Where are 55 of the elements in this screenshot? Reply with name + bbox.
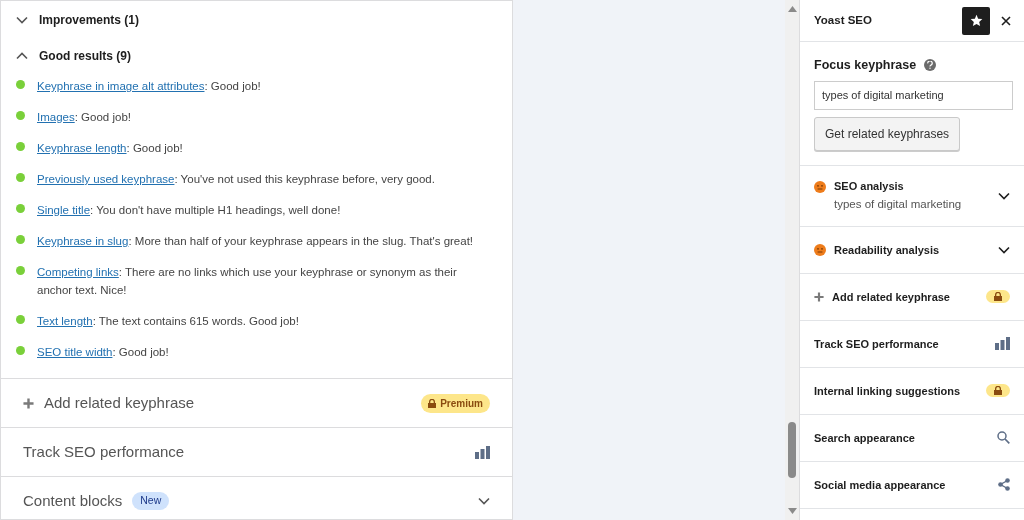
result-link[interactable]: Images <box>37 111 75 123</box>
chevron-down-icon <box>478 497 490 505</box>
plus-icon <box>814 291 824 302</box>
close-icon <box>1001 15 1011 26</box>
sidebar-item[interactable]: SEO analysis types of digital marketing <box>800 165 1024 227</box>
question-mark-icon <box>927 61 934 70</box>
star-button[interactable] <box>962 6 990 35</box>
bar-chart-icon <box>475 445 490 459</box>
sidebar-item[interactable]: Readability analysis <box>800 226 1024 274</box>
sidebar-item[interactable]: Add related keyphrase <box>800 273 1024 321</box>
section-toggle[interactable]: Improvements (1) <box>1 2 512 38</box>
result-text: Keyphrase in image alt attributes: Good job! <box>37 79 262 94</box>
premium-badge: Premium <box>421 393 490 413</box>
result-link[interactable]: Competing links <box>37 266 119 278</box>
chevron-up-icon <box>16 52 28 60</box>
panel-toggle[interactable]: Add related keyphrase Premium <box>1 378 512 427</box>
chevron-down-icon <box>998 245 1010 254</box>
result-text: Previously used keyphrase: You've not used this keyphrase before, very good. <box>37 172 436 187</box>
result-text: Text length: The text contains 615 words. Good job! <box>37 314 300 329</box>
result-text: Keyphrase length: Good job! <box>37 141 184 156</box>
related-keyphrases-button[interactable]: Get related keyphrases <box>814 116 961 151</box>
sidebar-item[interactable]: Social media appearance <box>800 461 1024 509</box>
result-text: Competing links: There are no links which use your keyphrase or synonym as their anchor text. Nice! <box>37 265 458 298</box>
result-text: SEO title width: Good job! <box>37 345 170 360</box>
sidebar-item[interactable]: Internal linking suggestions <box>800 367 1024 415</box>
plus-icon <box>23 397 34 409</box>
chevron-down-icon <box>998 191 1010 200</box>
lock-icon <box>994 292 1002 302</box>
scroll-down-icon[interactable] <box>788 508 797 514</box>
panel-title: Yoast SEO <box>814 12 873 28</box>
share-icon <box>998 478 1010 492</box>
sidebar-item[interactable]: Track SEO performance <box>800 320 1024 368</box>
item-subtitle: types of digital marketing <box>834 197 962 213</box>
scroll-thumb[interactable] <box>788 422 796 478</box>
help-icon[interactable] <box>924 59 937 72</box>
new-badge: New <box>132 492 170 510</box>
item-title: SEO analysis <box>834 178 905 194</box>
search-icon <box>997 431 1010 445</box>
result-text: Keyphrase in slug: More than half of your keyphrase appears in the slug. That's great! <box>37 234 475 249</box>
result-text: Single title: You don't have multiple H1 headings, well done! <box>37 203 342 218</box>
scroll-up-icon[interactable] <box>788 6 797 12</box>
field-label: Focus keyphrase <box>814 57 917 74</box>
result-link[interactable]: Keyphrase length <box>37 142 127 154</box>
chevron-down-icon <box>16 16 28 24</box>
bar-chart-icon <box>995 337 1010 351</box>
lock-icon <box>428 398 437 408</box>
section-toggle[interactable]: Good results (9) <box>1 38 512 74</box>
keyphrase-input[interactable]: types of digital marketing <box>814 80 1013 110</box>
panel-toggle[interactable]: Content blocks New <box>1 476 512 519</box>
star-icon <box>969 14 983 27</box>
result-text: Images: Good job! <box>37 110 132 125</box>
sidebar-item[interactable]: Search appearance <box>800 414 1024 462</box>
lock-icon <box>994 386 1002 396</box>
panel-toggle[interactable]: Track SEO performance <box>1 427 512 476</box>
result-link[interactable]: Text length <box>37 315 93 327</box>
